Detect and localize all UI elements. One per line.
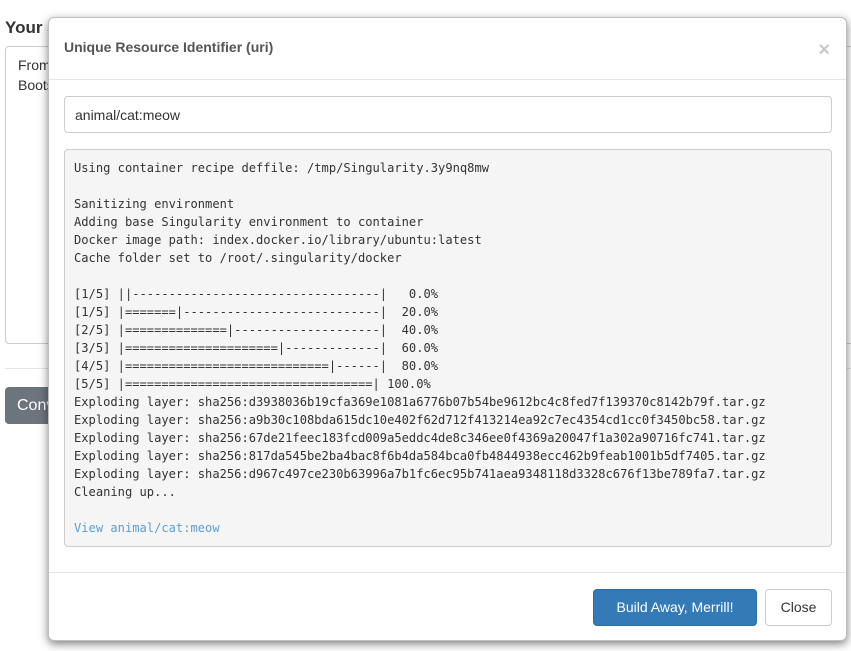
uri-modal: Unique Resource Identifier (uri) × Using… (48, 17, 847, 641)
modal-header: Unique Resource Identifier (uri) × (49, 18, 846, 80)
log-line: Docker image path: index.docker.io/libra… (74, 233, 482, 247)
log-line: [5/5] |=================================… (74, 377, 431, 391)
build-button[interactable]: Build Away, Merrill! (593, 589, 757, 626)
log-line: [2/5] |==============|------------------… (74, 323, 439, 337)
log-line: Using container recipe deffile: /tmp/Sin… (74, 161, 490, 175)
log-line: Exploding layer: sha256:a9b30c108bda615d… (74, 413, 766, 427)
modal-title: Unique Resource Identifier (uri) (64, 39, 274, 55)
log-line: Exploding layer: sha256:817da545be2ba4ba… (74, 449, 766, 463)
close-button[interactable]: Close (765, 589, 832, 626)
uri-input[interactable] (64, 96, 832, 133)
build-log: Using container recipe deffile: /tmp/Sin… (64, 149, 832, 547)
log-line: [3/5] |=====================|-----------… (74, 341, 439, 355)
log-line: [1/5] ||--------------------------------… (74, 287, 439, 301)
close-icon[interactable]: × (818, 40, 830, 60)
modal-footer (49, 572, 846, 573)
log-line: Exploding layer: sha256:d967c497ce230b63… (74, 467, 766, 481)
log-line: Exploding layer: sha256:d3938036b19cfa36… (74, 395, 766, 409)
log-line: Sanitizing environment (74, 197, 235, 211)
view-image-link[interactable]: View animal/cat:meow (74, 519, 822, 537)
log-line: [4/5] |============================|----… (74, 359, 439, 373)
log-line: Adding base Singularity environment to c… (74, 215, 424, 229)
log-line: [1/5] |=======|-------------------------… (74, 305, 439, 319)
log-line: Exploding layer: sha256:67de21feec183fcd… (74, 431, 766, 445)
log-line: Cleaning up... (74, 485, 176, 499)
log-line: Cache folder set to /root/.singularity/d… (74, 251, 402, 265)
